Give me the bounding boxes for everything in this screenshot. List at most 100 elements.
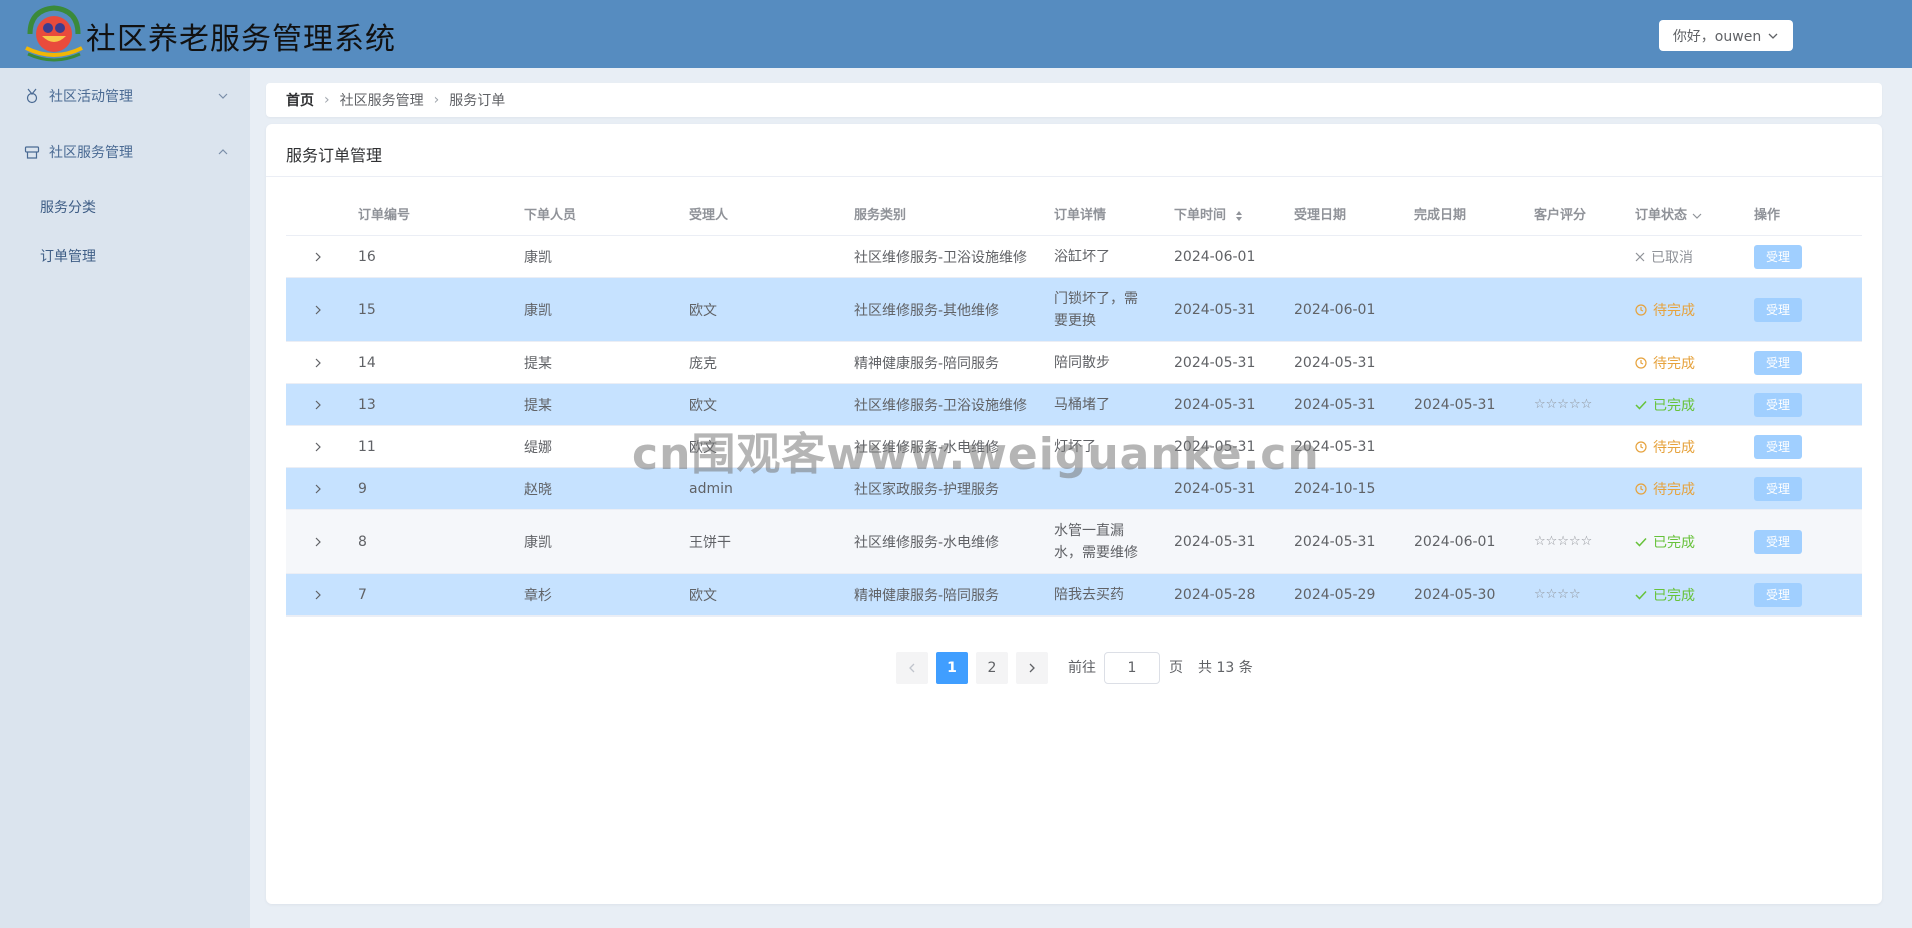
breadcrumb-item: 服务订单 [449,93,506,109]
cell-category: 社区维修服务-水电维修 [854,439,1000,456]
column-header: 受理日期 [1294,208,1347,223]
table-row[interactable]: 14 提某 庞克 精神健康服务-陪同服务 陪同散步 2024-05-31 2024-05-3… [286,342,1862,384]
cell-accept-date: 2024-05-29 [1294,586,1376,603]
page-button-1[interactable]: 1 [936,652,968,684]
cell-order-date: 2024-05-31 [1174,396,1256,413]
column-header: 订单编号 [358,208,411,223]
logo-icon [25,5,83,62]
chevron-right-icon [315,537,321,546]
column-header: 下单人员 [524,208,577,223]
table-row[interactable]: 13 提某 欧文 社区维修服务-卫浴设施维修 马桶堵了 2024-05-31 2024-05… [286,384,1862,426]
accept-button[interactable]: 受理 [1754,476,1802,501]
sidebar-group-activity[interactable]: 社区活动管理 [0,68,250,124]
cell-id: 15 [358,301,376,318]
clock-icon [1635,482,1647,495]
cell-id: 11 [358,438,376,455]
action-cell: 受理 [1754,342,1802,383]
cell-detail: 门锁坏了，需要更换 [1054,290,1138,329]
cell-accept-date: 2024-05-31 [1294,354,1376,371]
next-page-button[interactable] [1016,652,1048,684]
column-header-label: 下单时间 [1174,208,1227,223]
order-status: 已完成 [1635,574,1695,615]
order-status: 已完成 [1635,510,1695,573]
accept-button[interactable]: 受理 [1754,350,1802,375]
status-label: 已完成 [1653,587,1695,604]
sort-icon[interactable] [1235,210,1243,222]
accept-button[interactable]: 受理 [1754,529,1802,554]
card-divider [266,176,1882,177]
action-cell: 受理 [1754,426,1802,467]
column-header: 受理人 [689,208,729,223]
status-label: 已取消 [1651,249,1693,266]
goto-page-input[interactable] [1104,652,1160,684]
chevron-up-icon [218,149,228,155]
app-title: 社区养老服务管理系统 [86,22,396,57]
cell-id: 9 [358,480,367,497]
table-row[interactable]: 11 缇娜 欧文 社区维修服务-水电维修 灯坏了 2024-05-31 2024-05-31… [286,426,1862,468]
table-row[interactable]: 15 康凯 欧文 社区维修服务-其他维修 门锁坏了，需要更换 2024-05-31 2024… [286,278,1862,342]
expand-row-button[interactable] [312,384,324,425]
user-menu-button[interactable]: 你好，ouwen [1659,20,1793,51]
user-greeting: 你好，ouwen [1672,28,1762,45]
cell-orderer: 提某 [524,397,552,414]
cell-detail: 浴缸坏了 [1054,248,1110,265]
breadcrumb-home[interactable]: 首页 [286,90,314,110]
status-label: 待完成 [1653,481,1695,498]
chevron-right-icon [315,590,321,599]
cell-finish-date: 2024-05-31 [1414,396,1496,413]
table-row[interactable]: 9 赵晓 admin 社区家政服务-护理服务 2024-05-31 2024-10-15 待… [286,468,1862,510]
status-label: 已完成 [1653,534,1695,551]
page-button-2[interactable]: 2 [976,652,1008,684]
chevron-down-icon[interactable] [1692,211,1702,221]
order-status: 已完成 [1635,384,1695,425]
goto-label: 前往 [1068,660,1096,676]
table-row[interactable]: 8 康凯 王饼干 社区维修服务-水电维修 水管一直漏水，需要维修 2024-05-31 20… [286,510,1862,574]
top-header: 社区养老服务管理系统 你好，ouwen [0,0,1912,68]
cell-orderer: 提某 [524,355,552,372]
cell-category: 社区家政服务-护理服务 [854,481,1000,498]
cell-order-date: 2024-05-31 [1174,533,1256,550]
expand-row-button[interactable] [312,426,324,467]
cell-accept-date: 2024-05-31 [1294,438,1376,455]
chevron-right-icon [315,400,321,409]
order-status: 已取消 [1635,236,1693,277]
sidebar-group-service[interactable]: 社区服务管理 [0,124,250,180]
chevron-right-icon [1029,663,1035,673]
cell-rating: ☆☆☆☆ [1534,587,1581,602]
sidebar-group-label: 社区活动管理 [49,89,133,105]
chevron-right-icon [315,358,321,367]
sidebar-item-service-category[interactable]: 服务分类 [40,197,96,217]
accept-button[interactable]: 受理 [1754,582,1802,607]
accept-button[interactable]: 受理 [1754,244,1802,269]
medal-icon [26,88,38,104]
cell-orderer: 康凯 [524,534,552,551]
cell-order-date: 2024-05-31 [1174,301,1256,318]
order-status: 待完成 [1635,468,1695,509]
table-row[interactable]: 7 章杉 欧文 精神健康服务-陪同服务 陪我去买药 2024-05-28 2024-05-2… [286,574,1862,616]
expand-row-button[interactable] [312,468,324,509]
pagination: 1 2 前往 页 共 13 条 [266,652,1882,684]
expand-row-button[interactable] [312,342,324,383]
cell-accept-date: 2024-06-01 [1294,301,1376,318]
cell-detail [1054,468,1144,509]
expand-row-button[interactable] [312,278,324,341]
prev-page-button[interactable] [896,652,928,684]
cell-id: 13 [358,396,376,413]
cell-handler: 庞克 [689,355,717,372]
accept-button[interactable]: 受理 [1754,297,1802,322]
column-header-filter[interactable]: 订单状态 [1635,196,1702,236]
column-header-sortable[interactable]: 下单时间 [1174,196,1243,236]
sidebar-item-order-management[interactable]: 订单管理 [40,246,96,266]
accept-button[interactable]: 受理 [1754,434,1802,459]
expand-row-button[interactable] [312,510,324,573]
chevron-right-icon [315,252,321,261]
action-cell: 受理 [1754,384,1802,425]
expand-row-button[interactable] [312,236,324,277]
cell-orderer: 康凯 [524,249,552,266]
expand-row-button[interactable] [312,574,324,615]
table-row[interactable]: 16 康凯 社区维修服务-卫浴设施维修 浴缸坏了 2024-06-01 已取消 受理 [286,236,1862,278]
cell-detail: 马桶堵了 [1054,396,1110,413]
table-header: 订单编号 下单人员 受理人 服务类别 订单详情 下单时间 受理日期 完成日期 客… [286,196,1862,236]
accept-button[interactable]: 受理 [1754,392,1802,417]
column-header: 操作 [1754,208,1781,223]
